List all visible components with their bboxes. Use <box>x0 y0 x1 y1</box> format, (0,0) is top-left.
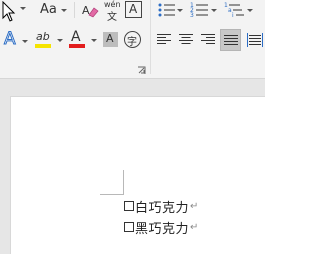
chevron-down-icon <box>57 39 63 42</box>
numbering-icon: 1 2 3 <box>190 2 208 19</box>
highlight-label: ab <box>36 30 50 43</box>
chevron-down-icon <box>22 40 28 43</box>
multilevel-list-icon: 1 a i <box>224 2 244 19</box>
distributed-button[interactable] <box>245 30 265 50</box>
align-left-button[interactable] <box>155 30 173 50</box>
font-dialog-launcher-icon[interactable] <box>137 66 146 75</box>
justify-button[interactable] <box>220 29 241 51</box>
distributed-icon <box>247 33 263 47</box>
bullets-button[interactable] <box>157 1 183 19</box>
enclose-characters-label: 字 <box>127 37 137 48</box>
clear-formatting-eraser-icon[interactable]: A <box>81 2 99 18</box>
align-center-button[interactable] <box>177 30 195 50</box>
chevron-down-icon <box>91 39 97 42</box>
justify-icon <box>224 35 238 45</box>
multilevel-list-button[interactable]: 1 a i <box>224 1 254 19</box>
chevron-down-icon <box>211 9 217 12</box>
character-shading-button[interactable]: A <box>103 32 118 47</box>
margin-corner-marker <box>100 170 124 195</box>
character-border-label: A <box>129 2 138 16</box>
list-item[interactable]: 白巧克力 ↵ <box>124 196 198 216</box>
align-right-button[interactable] <box>199 30 217 50</box>
phonetic-char-label: 文 <box>107 12 117 23</box>
align-center-icon <box>179 34 193 44</box>
highlight-color-swatch <box>35 44 51 48</box>
svg-text:3: 3 <box>190 12 194 19</box>
align-right-icon <box>201 34 215 44</box>
group-separator <box>150 0 151 74</box>
text-highlight-button[interactable]: ab <box>34 30 64 50</box>
chevron-down-icon <box>61 9 67 12</box>
list-item[interactable]: 黑巧克力 ↵ <box>124 217 198 237</box>
font-color-swatch <box>69 44 85 48</box>
character-shading-label: A <box>106 32 114 45</box>
checkbox-icon[interactable] <box>124 201 134 211</box>
font-color-button[interactable]: A <box>68 29 98 50</box>
text-effects-label: A <box>4 29 17 50</box>
chevron-down-icon <box>247 9 253 12</box>
divider <box>74 2 75 18</box>
chevron-down-icon <box>177 9 183 12</box>
bullets-icon <box>158 3 175 17</box>
change-case-button[interactable]: Aa <box>38 1 68 19</box>
list-item-text: 黑巧克力 <box>135 221 190 237</box>
paragraph-mark-icon: ↵ <box>190 200 199 212</box>
list-item-text: 白巧克力 <box>135 200 190 216</box>
checkbox-icon[interactable] <box>124 222 134 232</box>
change-case-label: Aa <box>40 2 57 17</box>
numbering-button[interactable]: 1 2 3 <box>190 1 218 19</box>
font-dropdown-chevron-down-icon[interactable] <box>20 7 26 10</box>
character-border-button[interactable]: A <box>125 1 142 18</box>
enclose-characters-button[interactable]: 字 <box>124 31 141 48</box>
mouse-cursor-icon <box>2 1 16 22</box>
svg-text:i: i <box>232 12 234 19</box>
text-effects-button[interactable]: A <box>2 29 28 50</box>
paragraph-mark-icon: ↵ <box>190 221 199 233</box>
ribbon: Aa A wén 文 A A ab A A 字 1 2 3 1 a i <box>0 0 265 79</box>
phonetic-guide-button[interactable]: wén 文 <box>103 0 123 23</box>
align-left-icon <box>157 34 171 44</box>
font-color-label: A <box>71 29 81 45</box>
